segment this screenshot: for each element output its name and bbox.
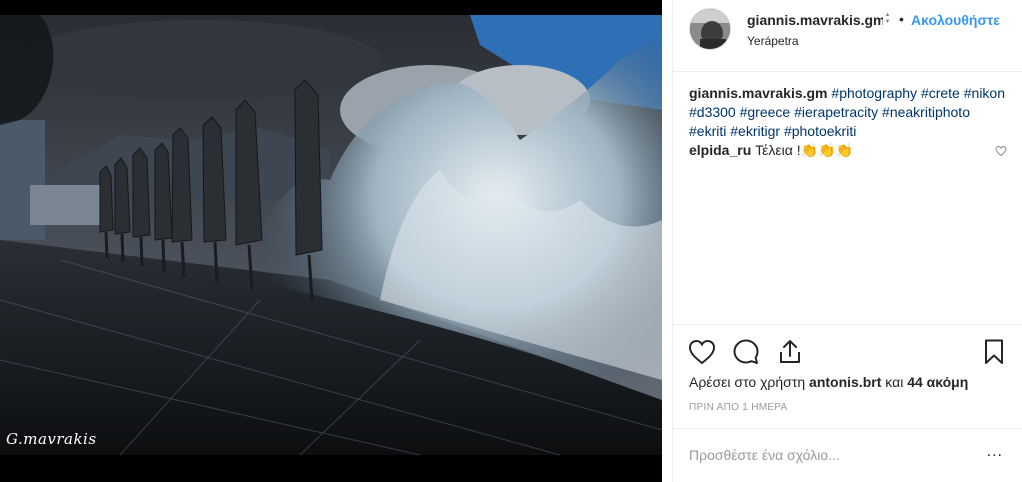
heart-icon[interactable] (687, 337, 717, 367)
hashtag[interactable]: #greece (740, 104, 791, 120)
more-options-icon[interactable]: ... (987, 443, 1003, 461)
hashtag[interactable]: #ierapetracity (794, 104, 878, 120)
hashtag[interactable]: #photoekriti (784, 123, 856, 139)
add-comment-bar: ... (673, 428, 1022, 482)
post-timestamp[interactable]: ΠΡΙΝ ΑΠΟ 1 ΗΜΕΡΑ (689, 402, 788, 413)
likes-count[interactable]: 44 ακόμη (907, 374, 968, 390)
comment-bubble-icon[interactable] (731, 337, 761, 367)
comment-text: Τέλεια ! (755, 142, 801, 158)
comment-input[interactable] (689, 443, 979, 467)
share-icon[interactable] (775, 337, 805, 367)
comments-section: giannis.mavrakis.gm #photography #crete … (673, 84, 1022, 160)
liker-username[interactable]: antonis.brt (809, 374, 881, 390)
caret-down-icon: ▼ (884, 19, 891, 25)
photo-watermark: G.mavrakis (6, 430, 97, 448)
post-photo[interactable]: G.mavrakis (0, 0, 662, 482)
location-link[interactable]: Yerápetra (747, 34, 799, 48)
action-bar (673, 324, 1022, 374)
avatar[interactable] (689, 8, 731, 50)
hashtag[interactable]: #nikon (964, 85, 1005, 101)
hashtag[interactable]: #photography (831, 85, 917, 101)
caption: giannis.mavrakis.gm #photography #crete … (689, 84, 1007, 141)
hashtag[interactable]: #d3300 (689, 104, 736, 120)
clap-emoji: 👏👏👏 (800, 142, 853, 158)
comment-item: elpida_ru Τέλεια !👏👏👏 (689, 141, 1007, 160)
hashtag[interactable]: #crete (921, 85, 960, 101)
photo-image (0, 15, 662, 456)
separator-dot: • (899, 11, 904, 27)
bookmark-icon[interactable] (979, 337, 1009, 367)
hashtag[interactable]: #ekriti (689, 123, 726, 139)
comment-like-heart-icon[interactable] (995, 145, 1007, 157)
follow-button[interactable]: Ακολουθήστε (911, 12, 1022, 28)
post-header: giannis.mavrakis.gm ▲ ▼ • Ακολουθήστε Ye… (673, 0, 1022, 72)
hashtag[interactable]: #neakritiphoto (882, 104, 970, 120)
avatar-image (690, 9, 730, 49)
caption-username[interactable]: giannis.mavrakis.gm (689, 85, 828, 101)
caret-up-icon: ▲ (884, 12, 891, 18)
likes-prefix: Αρέσει στο χρήστη (689, 374, 806, 390)
comment-username[interactable]: elpida_ru (689, 142, 751, 158)
post-sidebar: giannis.mavrakis.gm ▲ ▼ • Ακολουθήστε Ye… (672, 0, 1022, 482)
scroll-stepper[interactable]: ▲ ▼ (883, 11, 892, 27)
likes-middle: και (885, 374, 904, 390)
hashtag[interactable]: #ekritigr (730, 123, 780, 139)
username-link[interactable]: giannis.mavrakis.gm (747, 12, 883, 28)
likes-summary: Αρέσει στο χρήστη antonis.brt και 44 ακό… (689, 374, 968, 390)
